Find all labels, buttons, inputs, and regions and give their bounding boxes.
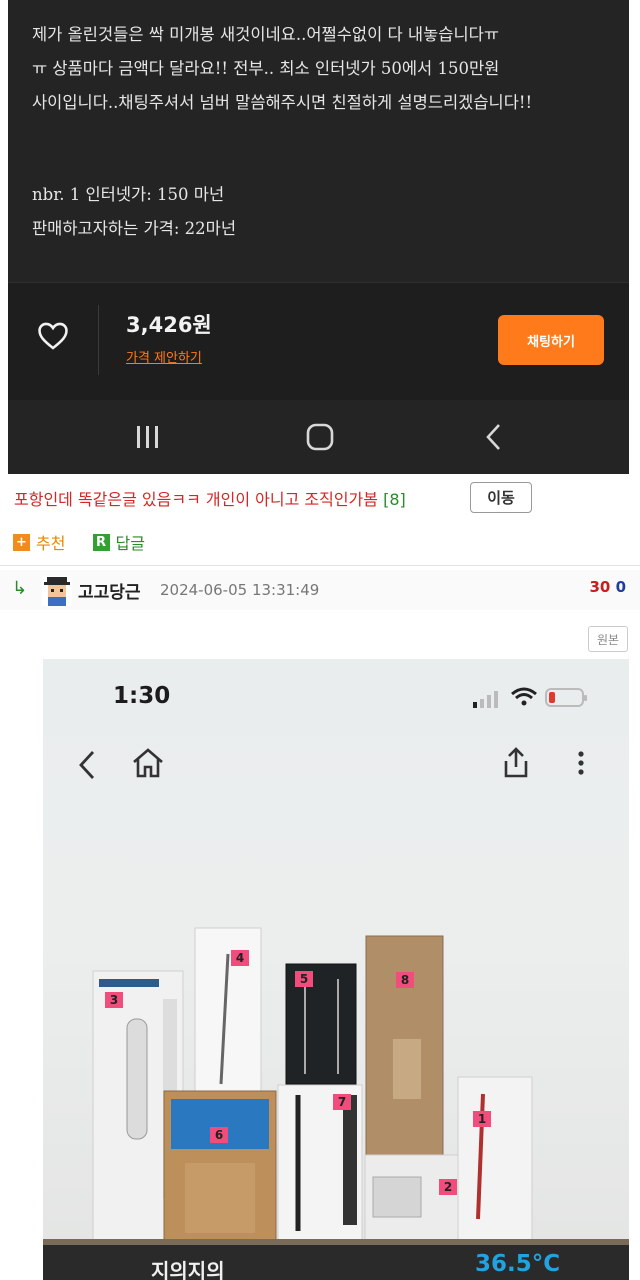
post-line: nbr. 1 인터넷가: 150 마넌 xyxy=(32,185,225,204)
recommend-label: 추천 xyxy=(36,534,66,553)
avatar[interactable] xyxy=(42,576,72,606)
back-chevron-icon[interactable] xyxy=(483,422,507,452)
comment-body: 포항인데 똑같은글 있음ㅋㅋ 개인이 아니고 조직인가봄 xyxy=(14,490,378,509)
product-tag: 2 xyxy=(439,1179,457,1195)
timestamp: 2024-06-05 13:31:49 xyxy=(160,581,320,599)
status-time: 1:30 xyxy=(113,683,171,709)
product-tag: 6 xyxy=(210,1127,228,1143)
plus-icon: + xyxy=(13,533,30,551)
share-icon[interactable] xyxy=(501,747,531,779)
reply-label: 답글 xyxy=(115,534,145,553)
reply-arrow-icon: ↳ xyxy=(12,578,28,599)
product-tag: 4 xyxy=(231,950,249,966)
comment-actions: + 추천 R 답글 xyxy=(13,530,167,554)
upvote-count: 30 xyxy=(589,578,611,596)
chat-button[interactable]: 채팅하기 xyxy=(498,315,604,365)
divider xyxy=(98,305,99,375)
back-icon[interactable] xyxy=(77,749,97,781)
product-tag: 8 xyxy=(396,972,414,988)
post-description: 제가 올린것들은 싹 미개봉 새것이네요..어쩔수없이 다 내놓습니다ㅠ ㅠ 상… xyxy=(32,18,612,246)
nickname[interactable]: 고고당근 xyxy=(78,578,141,603)
recommend-button[interactable]: + 추천 xyxy=(13,530,65,554)
post-line: ㅠ 상품마다 금액다 달라요!! 전부.. 최소 인터넷가 50에서 150만원 xyxy=(32,59,500,78)
battery-icon xyxy=(545,688,587,707)
comment-text: 포항인데 똑같은글 있음ㅋㅋ 개인이 아니고 조직인가봄 [8] xyxy=(14,486,406,510)
signal-icon xyxy=(473,691,498,708)
move-button[interactable]: 이동 xyxy=(470,482,532,513)
post-line: 판매하고자하는 가격: 22마넌 xyxy=(32,219,237,238)
comment-count[interactable]: [8] xyxy=(383,490,406,509)
product-tag: 3 xyxy=(105,992,123,1008)
heart-icon[interactable] xyxy=(36,319,70,353)
original-image-button[interactable]: 원본 xyxy=(588,626,628,652)
reply-button[interactable]: R 답글 xyxy=(92,530,145,554)
divider xyxy=(0,565,640,566)
home-icon[interactable] xyxy=(131,747,165,779)
reply-header: ↳ 고고당근 2024-06-05 13:31:49 30 0 xyxy=(0,570,640,610)
downvote-count: 0 xyxy=(615,578,626,596)
app-screenshot: 제가 올린것들은 싹 미개봉 새것이네요..어쩔수없이 다 내놓습니다ㅠ ㅠ 상… xyxy=(8,0,629,474)
more-icon[interactable] xyxy=(576,749,586,779)
android-nav-bar xyxy=(8,400,629,474)
post-line: 사이입니다..채팅주셔서 넘버 말씀해주시면 친절하게 설명드리겠습니다!! xyxy=(32,93,533,112)
post-line: 제가 올린것들은 싹 미개봉 새것이네요..어쩔수없이 다 내놓습니다ㅠ xyxy=(32,25,499,44)
product-tag: 5 xyxy=(295,971,313,987)
seller-name[interactable]: 지의지의 xyxy=(151,1255,225,1280)
reply-icon: R xyxy=(92,533,110,551)
manner-temperature: 36.5°C xyxy=(475,1251,561,1277)
wifi-icon xyxy=(511,687,537,706)
product-tag: 7 xyxy=(333,1094,351,1110)
price: 3,426원 xyxy=(126,313,212,337)
home-circle-icon[interactable] xyxy=(305,422,335,452)
recent-apps-icon[interactable] xyxy=(134,422,162,452)
attached-screenshot[interactable]: 1:30 3 4 5 8 6 7 2 1 지의지의 36.5°C xyxy=(43,659,629,1280)
vote-score: 30 0 xyxy=(589,578,626,596)
product-photo xyxy=(92,927,533,1242)
product-tag: 1 xyxy=(473,1111,491,1127)
purchase-bar: 3,426원 가격 제안하기 채팅하기 xyxy=(8,282,629,401)
text-fade xyxy=(8,262,629,282)
seller-bar: 지의지의 36.5°C xyxy=(43,1245,629,1280)
price-offer-link[interactable]: 가격 제안하기 xyxy=(126,347,202,366)
